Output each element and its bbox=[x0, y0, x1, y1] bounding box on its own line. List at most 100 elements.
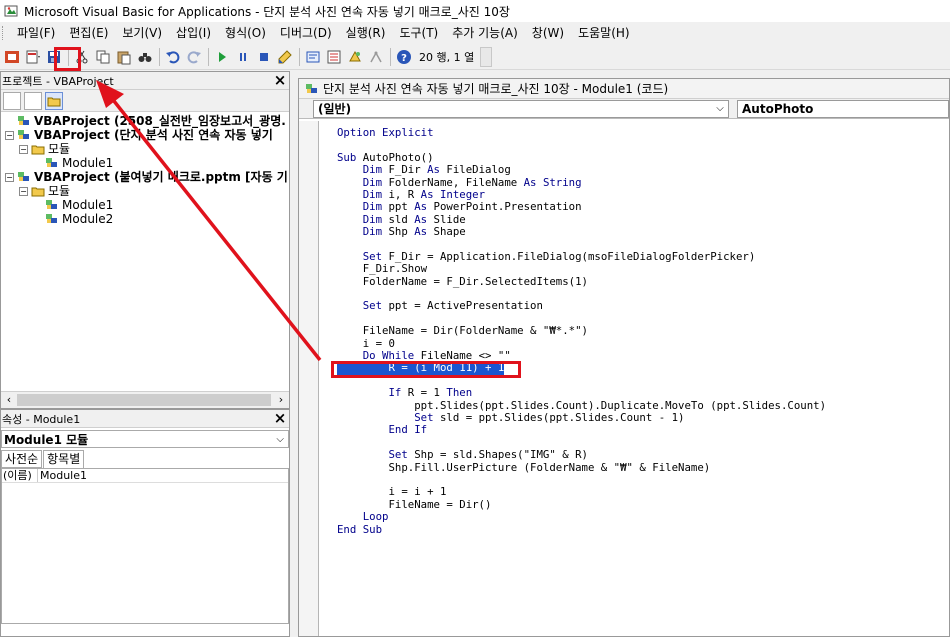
collapse-icon[interactable]: − bbox=[5, 130, 14, 140]
code-line[interactable]: FolderName = F_Dir.SelectedItems(1) bbox=[337, 274, 949, 288]
menu-item-4[interactable]: 형식(O) bbox=[218, 22, 273, 44]
paste-icon bbox=[117, 51, 131, 64]
code-line[interactable]: Set F_Dir = Application.FileDialog(msoFi… bbox=[337, 250, 949, 263]
code-line-text: Set sld = ppt.Slides(ppt.Slides.Count - … bbox=[414, 410, 685, 424]
window-title: Microsoft Visual Basic for Applications … bbox=[24, 4, 510, 19]
help-button[interactable]: ? bbox=[394, 47, 414, 67]
menu-item-0[interactable]: 파일(F) bbox=[10, 22, 62, 44]
close-icon[interactable]: × bbox=[271, 72, 289, 89]
stop-icon bbox=[260, 52, 268, 61]
copy-button[interactable] bbox=[93, 47, 113, 67]
save-button[interactable] bbox=[44, 47, 64, 67]
title-bar: Microsoft Visual Basic for Applications … bbox=[0, 0, 950, 22]
view-code-button[interactable] bbox=[3, 91, 21, 110]
code-text[interactable]: Option Explicit Sub AutoPhoto() Dim F_Dir… bbox=[319, 121, 949, 636]
object-combo[interactable]: (일반) ⌵ bbox=[313, 99, 730, 118]
code-line[interactable]: Loop bbox=[337, 510, 949, 523]
menu-item-3[interactable]: 삽입(I) bbox=[169, 22, 218, 44]
property-value[interactable]: Module1 bbox=[38, 469, 87, 482]
vba-project-icon bbox=[17, 171, 31, 183]
scroll-thumb[interactable] bbox=[17, 394, 271, 406]
tree-node[interactable]: VBAProject (2508_실전반_임장보고서_광명. bbox=[1, 114, 289, 128]
code-line[interactable]: Dim Shp As Shape bbox=[337, 225, 949, 238]
code-line[interactable]: FileName = Dir() bbox=[337, 498, 949, 511]
code-line-text: FolderName = F_Dir.SelectedItems(1) bbox=[337, 274, 588, 288]
code-line-text: Do While FileName <> "" bbox=[362, 349, 511, 363]
properties-window-button[interactable] bbox=[324, 47, 344, 67]
menu-item-9[interactable]: 창(W) bbox=[525, 22, 571, 44]
insert-module-button[interactable] bbox=[23, 47, 43, 67]
view-object-button[interactable] bbox=[24, 91, 42, 110]
code-line-text: End Sub bbox=[337, 522, 383, 536]
tree-node[interactable]: Module1 bbox=[1, 198, 289, 212]
toolbar-separator bbox=[208, 47, 209, 66]
properties-title: 속성 - Module1 bbox=[2, 412, 81, 426]
code-line[interactable]: Option Explicit bbox=[337, 126, 949, 139]
toolbar-options-dropdown[interactable] bbox=[480, 46, 493, 67]
paste-button[interactable] bbox=[114, 47, 134, 67]
code-line-text: i = i + 1 bbox=[337, 485, 447, 499]
collapse-icon[interactable]: − bbox=[5, 172, 14, 182]
code-line-text: Set Shp = sld.Shapes("IMG" & R) bbox=[388, 448, 588, 462]
redo-icon bbox=[187, 50, 201, 63]
properties-object-select[interactable]: Module1 모듈 ⌵ bbox=[1, 430, 289, 448]
menu-item-5[interactable]: 디버그(D) bbox=[273, 22, 339, 44]
break-button[interactable] bbox=[233, 47, 253, 67]
run-button[interactable] bbox=[212, 47, 232, 67]
code-line-text: ppt.Slides(ppt.Slides.Count).Duplicate.M… bbox=[337, 398, 827, 412]
menu-item-7[interactable]: 도구(T) bbox=[392, 22, 445, 44]
svg-text:?: ? bbox=[401, 53, 407, 64]
procedure-combo[interactable]: AutoPhoto bbox=[737, 99, 949, 118]
menu-item-10[interactable]: 도움말(H) bbox=[571, 22, 637, 44]
properties-tab-1[interactable]: 항목별 bbox=[43, 450, 85, 468]
code-editor[interactable]: Option Explicit Sub AutoPhoto() Dim F_Dir… bbox=[299, 121, 949, 636]
code-line[interactable]: End Sub bbox=[337, 522, 949, 536]
tree-node-label: VBAProject (단지 분석 사진 연속 자동 넣기 bbox=[34, 128, 273, 142]
code-line[interactable]: Set ppt = ActivePresentation bbox=[337, 300, 949, 312]
menu-grip[interactable] bbox=[2, 26, 10, 40]
tree-node[interactable]: − VBAProject (단지 분석 사진 연속 자동 넣기 bbox=[1, 128, 289, 142]
property-row[interactable]: (이름) Module1 bbox=[2, 469, 288, 483]
scroll-left-arrow[interactable]: ‹ bbox=[2, 393, 16, 406]
toolbox-button[interactable] bbox=[366, 47, 386, 67]
view-powerpoint-button[interactable] bbox=[2, 47, 22, 67]
tree-node-label: 모듈 bbox=[48, 184, 71, 198]
object-browser-button[interactable] bbox=[345, 47, 365, 67]
object-browser-icon bbox=[349, 50, 361, 61]
code-line[interactable]: Shp.Fill.UserPicture (FolderName & "₩" &… bbox=[337, 461, 949, 474]
tree-node[interactable]: − 모듈 bbox=[1, 142, 289, 156]
code-line[interactable]: FileName = Dir(FolderName & "₩*.*") bbox=[337, 325, 949, 337]
collapse-icon[interactable]: − bbox=[19, 144, 28, 154]
binoculars-icon bbox=[138, 52, 152, 62]
find-button[interactable] bbox=[135, 47, 155, 67]
collapse-icon[interactable]: − bbox=[19, 186, 28, 196]
properties-tab-0[interactable]: 사전순 bbox=[1, 450, 43, 468]
redo-button[interactable] bbox=[184, 47, 204, 67]
toggle-folders-button[interactable] bbox=[45, 91, 63, 110]
menu-item-6[interactable]: 실행(R) bbox=[339, 22, 393, 44]
code-line-text: Dim sld As Slide bbox=[362, 212, 466, 226]
scroll-right-arrow[interactable]: › bbox=[274, 393, 288, 406]
toolbar-separator bbox=[390, 47, 391, 66]
menu-item-1[interactable]: 편집(E) bbox=[62, 22, 115, 44]
reset-button[interactable] bbox=[254, 47, 274, 67]
code-line[interactable]: R = (i Mod 11) + 1 bbox=[337, 362, 949, 375]
menu-item-2[interactable]: 보기(V) bbox=[115, 22, 169, 44]
properties-tabs: 사전순 항목별 bbox=[1, 450, 289, 468]
code-margin-bar[interactable] bbox=[299, 121, 319, 636]
undo-button[interactable] bbox=[163, 47, 183, 67]
tree-node[interactable]: Module1 bbox=[1, 156, 289, 170]
design-mode-button[interactable] bbox=[275, 47, 295, 67]
module-icon bbox=[45, 199, 59, 211]
project-tree-scrollbar[interactable]: ‹ › bbox=[1, 391, 289, 408]
project-explorer-title: 프로젝트 - VBAProject bbox=[2, 74, 114, 88]
project-explorer-button[interactable] bbox=[303, 47, 323, 67]
code-line[interactable]: End If bbox=[337, 424, 949, 436]
cut-button[interactable] bbox=[72, 47, 92, 67]
menu-item-8[interactable]: 추가 기능(A) bbox=[445, 22, 525, 44]
tree-node[interactable]: Module2 bbox=[1, 212, 289, 226]
tree-node[interactable]: − 모듈 bbox=[1, 184, 289, 198]
close-icon[interactable]: × bbox=[271, 410, 289, 427]
code-line[interactable]: Set sld = ppt.Slides(ppt.Slides.Count - … bbox=[337, 410, 949, 424]
tree-node[interactable]: − VBAProject (붙여넣기 매크로.pptm [자동 기 bbox=[1, 170, 289, 184]
